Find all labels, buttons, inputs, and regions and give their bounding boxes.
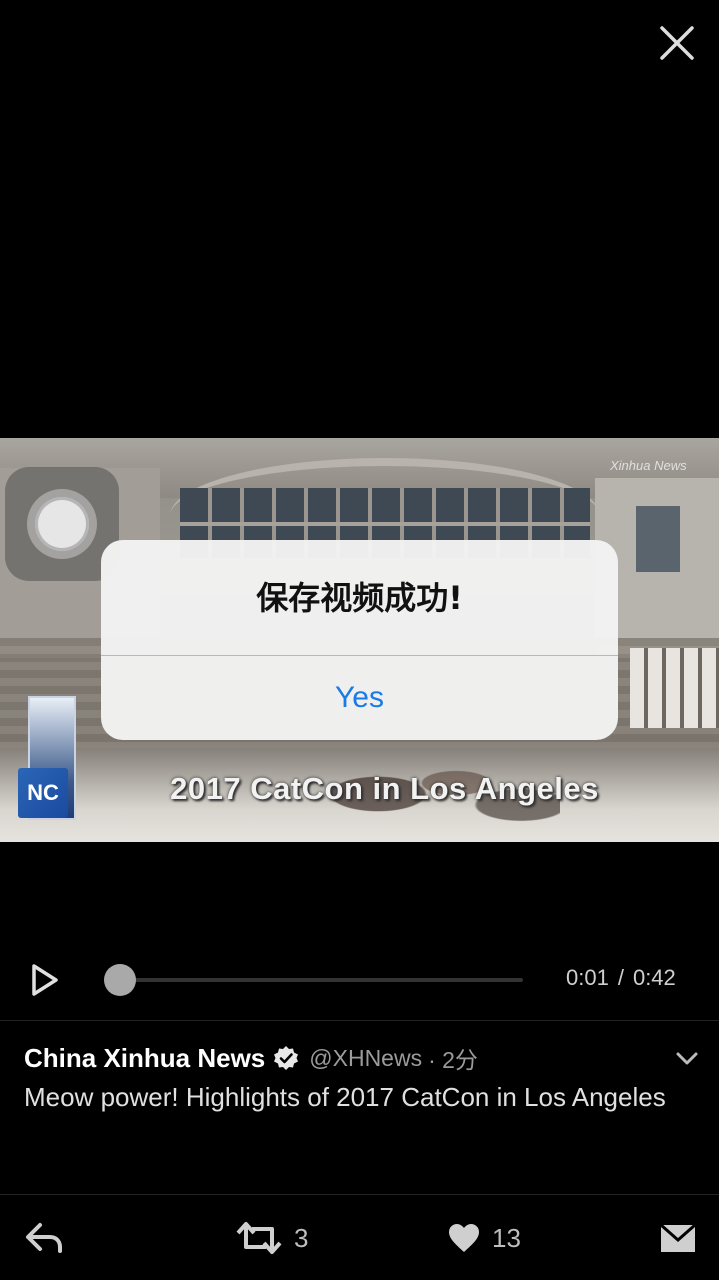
- tweet-more-button[interactable]: [674, 1046, 700, 1072]
- video-caption: 2017 CatCon in Los Angeles: [170, 771, 599, 806]
- alert-yes-button[interactable]: Yes: [101, 656, 618, 740]
- close-icon: [660, 26, 694, 60]
- divider: [0, 1194, 719, 1195]
- envelope-icon: [660, 1223, 696, 1252]
- retweet-count: 3: [294, 1222, 309, 1253]
- tweet-header: China Xinhua News @XHNews · 2分: [24, 1040, 478, 1076]
- close-button[interactable]: [656, 22, 698, 64]
- total-time: 0:42: [632, 965, 676, 990]
- video-scene-shop-windows: [630, 648, 719, 728]
- time-separator: /: [617, 965, 624, 990]
- current-time: 0:01: [566, 965, 609, 990]
- reply-icon: [26, 1223, 62, 1253]
- play-icon: [32, 964, 58, 996]
- divider: [0, 1020, 719, 1021]
- progress-scrubber[interactable]: [104, 964, 137, 996]
- progress-track[interactable]: [112, 978, 523, 982]
- message-button[interactable]: [660, 1218, 696, 1258]
- like-button[interactable]: 13: [448, 1218, 521, 1258]
- tweet-text: Meow power! Highlights of 2017 CatCon in…: [24, 1082, 666, 1112]
- video-watermark: Xinhua News: [610, 458, 687, 473]
- verified-badge-icon: [274, 1046, 299, 1070]
- reply-button[interactable]: [24, 1218, 64, 1258]
- alert-title: 保存视频成功!: [256, 579, 463, 617]
- alert-dialog: 保存视频成功! Yes: [101, 540, 618, 740]
- retweet-icon: [236, 1222, 282, 1254]
- like-count: 13: [492, 1222, 521, 1253]
- tweet-time: · 2分: [428, 1047, 478, 1073]
- tweet-handle[interactable]: @XHNews: [309, 1045, 422, 1072]
- playback-time: 0:01 / 0:42: [566, 965, 676, 991]
- retweet-button[interactable]: 3: [236, 1218, 308, 1258]
- play-button[interactable]: [28, 960, 62, 1000]
- chevron-down-icon: [676, 1052, 698, 1065]
- assistive-touch-icon: [27, 489, 97, 559]
- video-scene-right-window: [636, 506, 680, 572]
- tweet-author[interactable]: China Xinhua News: [24, 1043, 265, 1074]
- heart-icon: [449, 1224, 479, 1252]
